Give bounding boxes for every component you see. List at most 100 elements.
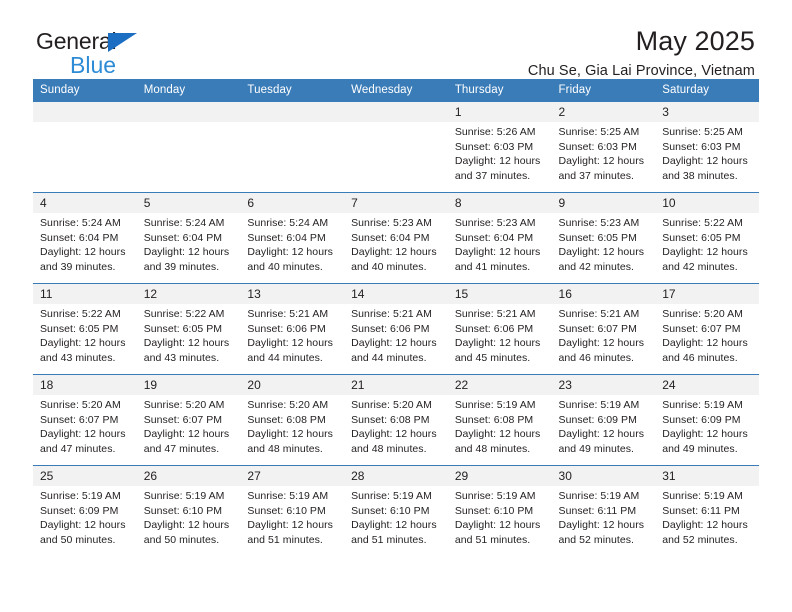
day-cell-inner: 8 Sunrise: 5:23 AM Sunset: 6:04 PM Daylight… xyxy=(447,192,552,283)
calendar-day-cell[interactable]: 29 Sunrise: 5:19 AM Sunset: 6:10 PM Dayligh… xyxy=(447,465,552,556)
calendar-day-cell[interactable]: 22 Sunrise: 5:19 AM Sunset: 6:08 PM Dayligh… xyxy=(447,374,552,465)
calendar-day-cell[interactable]: 17 Sunrise: 5:20 AM Sunset: 6:07 PM Dayligh… xyxy=(655,283,759,374)
day-cell-inner: 11 Sunrise: 5:22 AM Sunset: 6:05 PM Dayligh… xyxy=(33,283,137,374)
calendar-day-cell[interactable]: 26 Sunrise: 5:19 AM Sunset: 6:10 PM Dayligh… xyxy=(136,465,241,556)
sunset-text: Sunset: 6:10 PM xyxy=(351,504,430,517)
sunrise-text: Sunrise: 5:19 AM xyxy=(558,490,640,502)
weekday-header-saturday: Saturday xyxy=(655,79,759,101)
calendar-day-cell[interactable]: 7 Sunrise: 5:23 AM Sunset: 6:04 PM Daylight… xyxy=(344,192,448,283)
weekday-header-friday: Friday xyxy=(551,79,656,101)
day-cell-inner: 24 Sunrise: 5:19 AM Sunset: 6:09 PM Dayligh… xyxy=(655,374,759,465)
calendar-day-cell[interactable]: 31 Sunrise: 5:19 AM Sunset: 6:11 PM Dayligh… xyxy=(655,465,759,556)
day-details: Sunrise: 5:19 AM Sunset: 6:09 PM Daylight:… xyxy=(655,395,759,456)
calendar-day-cell[interactable]: 16 Sunrise: 5:21 AM Sunset: 6:07 PM Dayligh… xyxy=(551,283,656,374)
day-details: Sunrise: 5:23 AM Sunset: 6:04 PM Daylight:… xyxy=(344,213,448,274)
calendar-empty-cell xyxy=(240,101,345,192)
sunrise-text: Sunrise: 5:19 AM xyxy=(40,490,121,502)
sunrise-text: Sunrise: 5:20 AM xyxy=(662,308,743,320)
calendar-day-cell[interactable]: 24 Sunrise: 5:19 AM Sunset: 6:09 PM Dayligh… xyxy=(655,374,759,465)
logo-triangle-icon xyxy=(108,33,137,52)
calendar-day-cell[interactable]: 25 Sunrise: 5:19 AM Sunset: 6:09 PM Dayligh… xyxy=(33,465,137,556)
day-cell-inner: 28 Sunrise: 5:19 AM Sunset: 6:10 PM Dayligh… xyxy=(344,465,448,556)
daylight-text-line1: Daylight: 12 hours xyxy=(454,519,541,532)
calendar-day-cell[interactable]: 21 Sunrise: 5:20 AM Sunset: 6:08 PM Dayligh… xyxy=(344,374,448,465)
daylight-text-line1: Daylight: 12 hours xyxy=(351,519,437,532)
daylight-text-line2: and 42 minutes. xyxy=(662,260,738,273)
calendar-day-cell[interactable]: 11 Sunrise: 5:22 AM Sunset: 6:05 PM Dayligh… xyxy=(33,283,137,374)
day-details: Sunrise: 5:22 AM Sunset: 6:05 PM Daylight:… xyxy=(137,304,241,365)
day-cell-inner: 21 Sunrise: 5:20 AM Sunset: 6:08 PM Dayligh… xyxy=(344,374,448,465)
daylight-text-line2: and 48 minutes. xyxy=(454,442,531,455)
daylight-text-line1: Daylight: 12 hours xyxy=(662,155,748,168)
sunset-text: Sunset: 6:06 PM xyxy=(247,322,326,335)
day-number: 31 xyxy=(655,466,759,486)
daylight-text-line1: Daylight: 12 hours xyxy=(247,246,333,259)
day-cell-inner xyxy=(240,101,345,192)
daylight-text-line2: and 43 minutes. xyxy=(143,351,220,364)
day-number: 12 xyxy=(136,284,241,304)
calendar-day-cell[interactable]: 2 Sunrise: 5:25 AM Sunset: 6:03 PM Daylight… xyxy=(551,101,656,192)
calendar-day-cell[interactable]: 9 Sunrise: 5:23 AM Sunset: 6:05 PM Daylight… xyxy=(551,192,656,283)
day-details: Sunrise: 5:19 AM Sunset: 6:09 PM Daylight:… xyxy=(552,395,656,456)
calendar-day-cell[interactable]: 28 Sunrise: 5:19 AM Sunset: 6:10 PM Dayligh… xyxy=(344,465,448,556)
calendar-day-cell[interactable]: 6 Sunrise: 5:24 AM Sunset: 6:04 PM Daylight… xyxy=(240,192,345,283)
daylight-text-line2: and 45 minutes. xyxy=(454,351,531,364)
sunset-text: Sunset: 6:05 PM xyxy=(558,231,637,244)
daylight-text-line1: Daylight: 12 hours xyxy=(454,246,541,259)
daylight-text-line2: and 49 minutes. xyxy=(558,442,634,455)
weekday-header-sunday: Sunday xyxy=(33,79,137,101)
day-cell-inner: 3 Sunrise: 5:25 AM Sunset: 6:03 PM Daylight… xyxy=(655,101,759,192)
calendar-day-cell[interactable]: 23 Sunrise: 5:19 AM Sunset: 6:09 PM Dayligh… xyxy=(551,374,656,465)
calendar-day-cell[interactable]: 19 Sunrise: 5:20 AM Sunset: 6:07 PM Dayligh… xyxy=(136,374,241,465)
daylight-text-line1: Daylight: 12 hours xyxy=(40,246,126,259)
day-cell-inner: 5 Sunrise: 5:24 AM Sunset: 6:04 PM Daylight… xyxy=(136,192,241,283)
sunset-text: Sunset: 6:10 PM xyxy=(143,504,223,517)
calendar-day-cell[interactable]: 14 Sunrise: 5:21 AM Sunset: 6:06 PM Dayligh… xyxy=(344,283,448,374)
day-cell-inner: 23 Sunrise: 5:19 AM Sunset: 6:09 PM Dayligh… xyxy=(551,374,656,465)
day-cell-inner: 30 Sunrise: 5:19 AM Sunset: 6:11 PM Dayligh… xyxy=(551,465,656,556)
sunset-text: Sunset: 6:10 PM xyxy=(454,504,534,517)
calendar-day-cell[interactable]: 3 Sunrise: 5:25 AM Sunset: 6:03 PM Daylight… xyxy=(655,101,759,192)
calendar-day-cell[interactable]: 30 Sunrise: 5:19 AM Sunset: 6:11 PM Dayligh… xyxy=(551,465,656,556)
sunrise-text: Sunrise: 5:23 AM xyxy=(351,217,432,229)
day-details: Sunrise: 5:19 AM Sunset: 6:10 PM Daylight:… xyxy=(137,486,241,547)
sunrise-text: Sunrise: 5:19 AM xyxy=(662,490,743,502)
calendar-day-cell[interactable]: 15 Sunrise: 5:21 AM Sunset: 6:06 PM Dayligh… xyxy=(447,283,552,374)
daylight-text-line1: Daylight: 12 hours xyxy=(351,428,437,441)
calendar-day-cell[interactable]: 8 Sunrise: 5:23 AM Sunset: 6:04 PM Daylight… xyxy=(447,192,552,283)
sunrise-text: Sunrise: 5:24 AM xyxy=(247,217,329,229)
calendar-day-cell[interactable]: 10 Sunrise: 5:22 AM Sunset: 6:05 PM Dayligh… xyxy=(655,192,759,283)
daylight-text-line1: Daylight: 12 hours xyxy=(247,519,333,532)
day-cell-inner: 16 Sunrise: 5:21 AM Sunset: 6:07 PM Dayligh… xyxy=(551,283,656,374)
day-details: Sunrise: 5:19 AM Sunset: 6:09 PM Daylight:… xyxy=(33,486,137,547)
calendar-week-row: 1 Sunrise: 5:26 AM Sunset: 6:03 PM Daylight… xyxy=(33,101,759,192)
daylight-text-line2: and 38 minutes. xyxy=(662,169,738,182)
day-details: Sunrise: 5:20 AM Sunset: 6:07 PM Daylight:… xyxy=(655,304,759,365)
day-number xyxy=(136,102,241,122)
day-number: 14 xyxy=(344,284,448,304)
sunset-text: Sunset: 6:07 PM xyxy=(40,413,119,426)
calendar-day-cell[interactable]: 4 Sunrise: 5:24 AM Sunset: 6:04 PM Daylight… xyxy=(33,192,137,283)
sunrise-text: Sunrise: 5:25 AM xyxy=(662,126,743,138)
calendar-day-cell[interactable]: 20 Sunrise: 5:20 AM Sunset: 6:08 PM Dayligh… xyxy=(240,374,345,465)
calendar-empty-cell xyxy=(136,101,241,192)
day-number xyxy=(240,102,345,122)
day-number: 8 xyxy=(447,193,552,213)
calendar-day-cell[interactable]: 5 Sunrise: 5:24 AM Sunset: 6:04 PM Daylight… xyxy=(136,192,241,283)
logo-top-row: General xyxy=(36,28,226,54)
calendar-day-cell[interactable]: 27 Sunrise: 5:19 AM Sunset: 6:10 PM Dayligh… xyxy=(240,465,345,556)
calendar-day-cell[interactable]: 13 Sunrise: 5:21 AM Sunset: 6:06 PM Dayligh… xyxy=(240,283,345,374)
general-blue-logo[interactable]: General Blue xyxy=(36,28,226,82)
calendar-day-cell[interactable]: 18 Sunrise: 5:20 AM Sunset: 6:07 PM Dayligh… xyxy=(33,374,137,465)
day-cell-inner xyxy=(344,101,448,192)
day-details: Sunrise: 5:24 AM Sunset: 6:04 PM Daylight:… xyxy=(137,213,241,274)
daylight-text-line2: and 46 minutes. xyxy=(558,351,634,364)
day-details: Sunrise: 5:19 AM Sunset: 6:10 PM Daylight:… xyxy=(448,486,552,547)
daylight-text-line1: Daylight: 12 hours xyxy=(558,519,645,532)
daylight-text-line1: Daylight: 12 hours xyxy=(558,337,645,350)
sunset-text: Sunset: 6:09 PM xyxy=(662,413,741,426)
day-cell-inner: 17 Sunrise: 5:20 AM Sunset: 6:07 PM Dayligh… xyxy=(655,283,759,374)
day-number: 2 xyxy=(551,102,656,122)
calendar-day-cell[interactable]: 1 Sunrise: 5:26 AM Sunset: 6:03 PM Daylight… xyxy=(447,101,552,192)
calendar-day-cell[interactable]: 12 Sunrise: 5:22 AM Sunset: 6:05 PM Dayligh… xyxy=(136,283,241,374)
